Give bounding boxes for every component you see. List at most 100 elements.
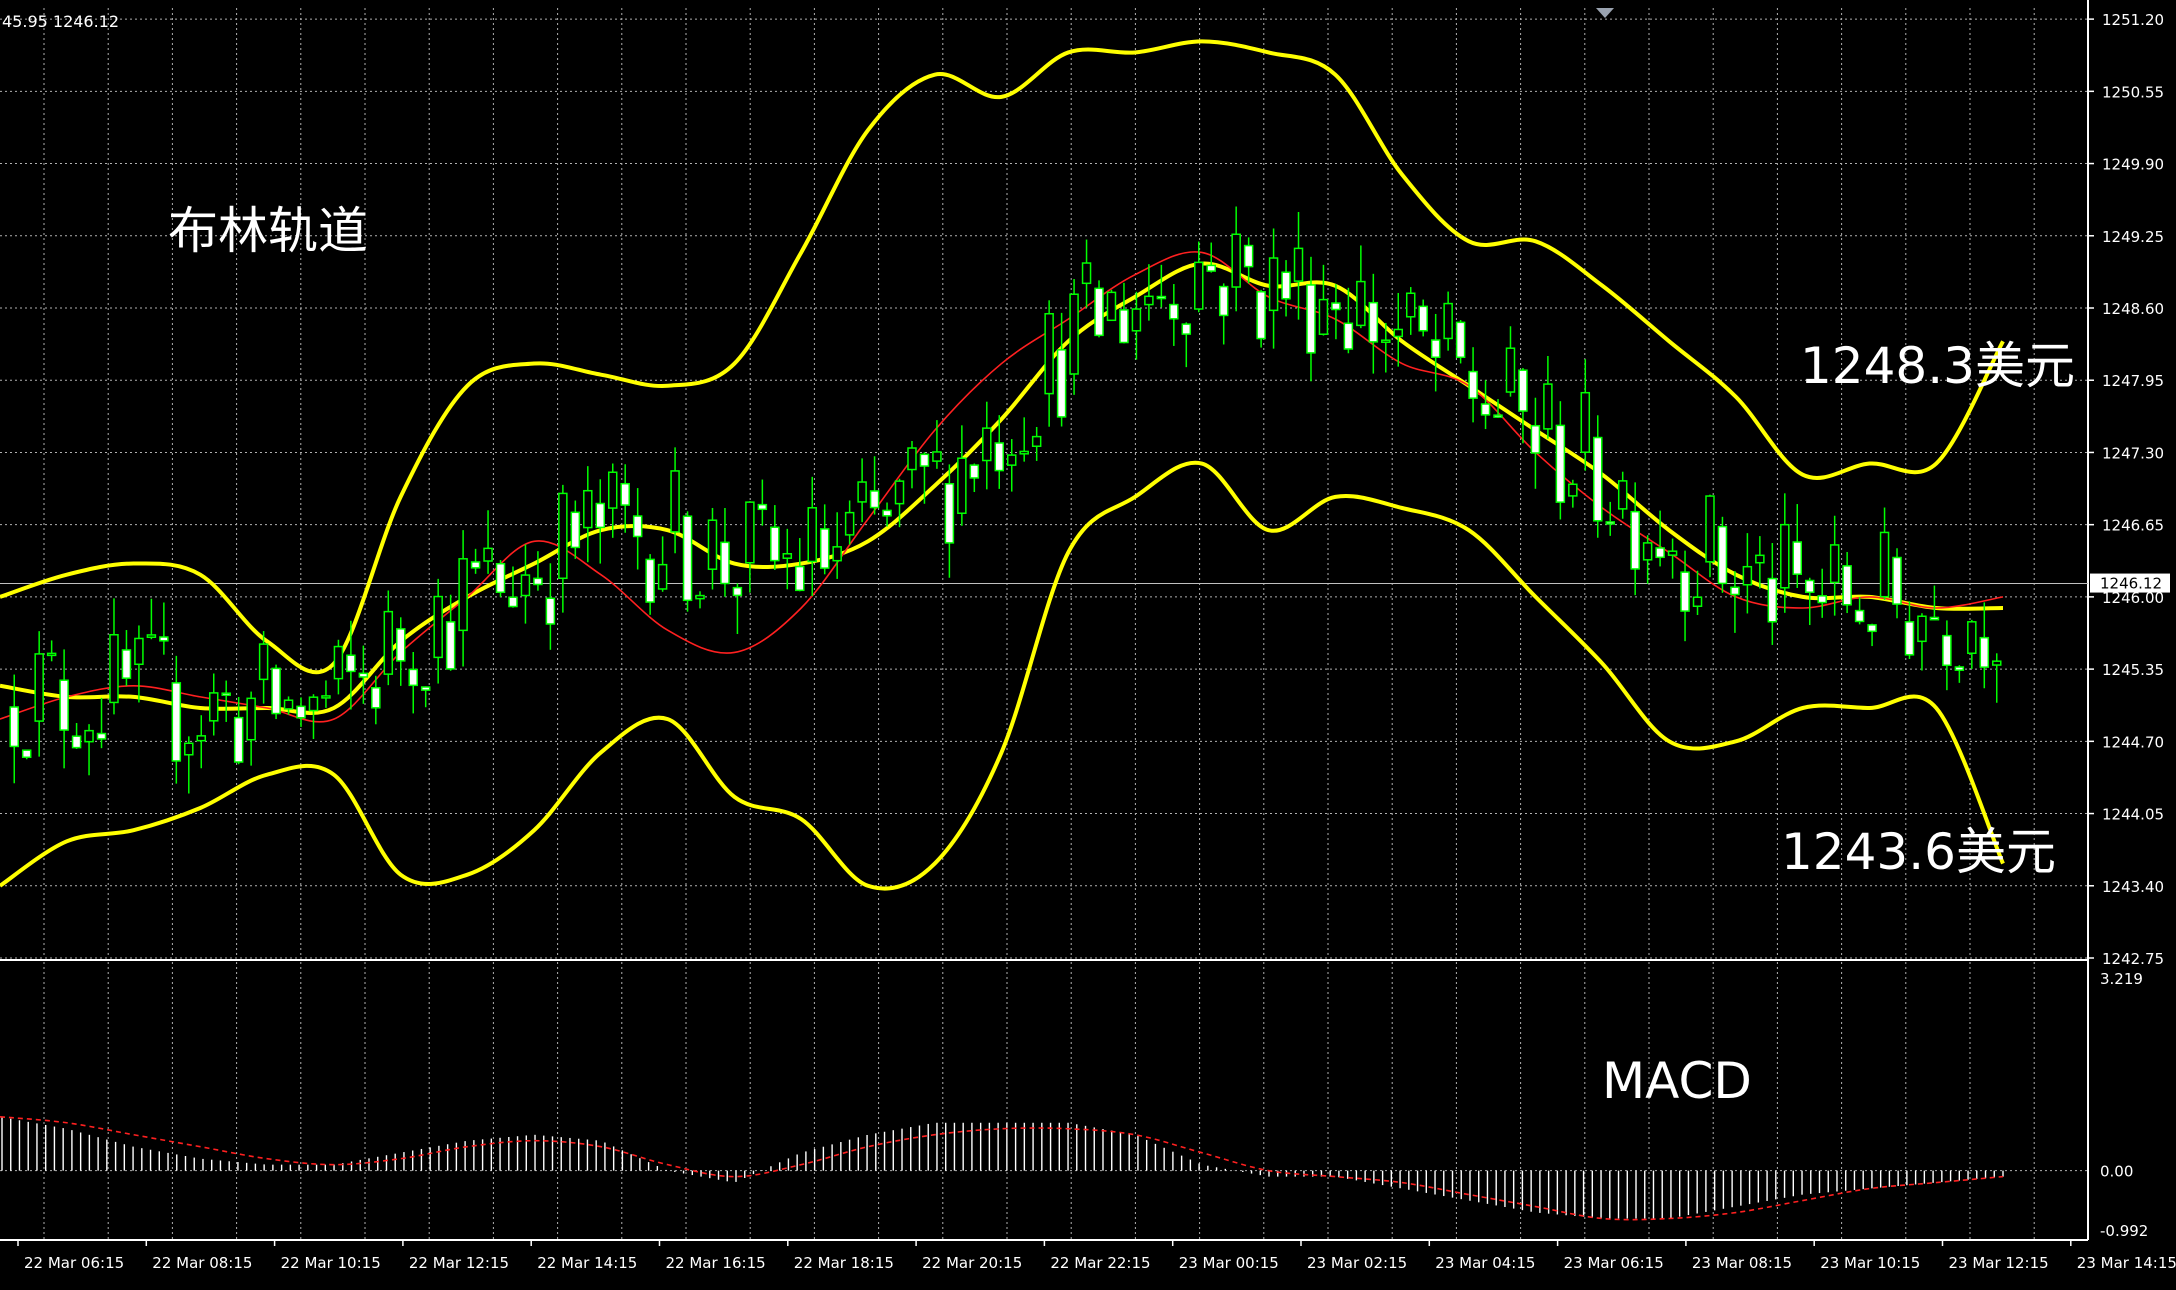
candle-bull (1667, 550, 1678, 556)
candle-bull (1318, 298, 1329, 335)
time-tick-label: 22 Mar 06:15 (24, 1254, 124, 1272)
candle-bear (495, 562, 506, 594)
time-tick-label: 22 Mar 10:15 (281, 1254, 381, 1272)
trading-chart[interactable]: 1251.20 1250.55 1249.90 1249.25 1248.60 1247.… (0, 0, 2176, 1286)
candle-bear (1256, 291, 1266, 340)
candle-bear (59, 679, 69, 731)
time-tick-label: 23 Mar 10:15 (1820, 1254, 1920, 1272)
price-tick-label: 1249.25 (2102, 228, 2164, 246)
candle-bear (533, 577, 543, 586)
candle-bear (1854, 609, 1865, 623)
macd-tick-label: 3.219 (2100, 970, 2143, 988)
candle-bull (146, 634, 157, 638)
candle-bear (732, 586, 743, 597)
macd-tick-label: -0.992 (2100, 1222, 2148, 1240)
candle-bear (1730, 586, 1740, 596)
candle-bull (894, 480, 905, 505)
candle-bull (321, 695, 331, 699)
candle-bear (233, 716, 244, 763)
candle-bear (1530, 424, 1541, 454)
price-tick-label: 1245.35 (2102, 661, 2164, 679)
current-price-label: 1246.12 (2100, 575, 2162, 593)
candle-bull (458, 558, 468, 632)
candle-bear (396, 628, 406, 662)
candle-bull (1006, 454, 1017, 466)
candle-bear (1119, 309, 1129, 344)
candle-bull (1505, 347, 1516, 393)
candle-bull (957, 457, 967, 514)
macd-tick-label: 0.00 (2100, 1163, 2133, 1181)
candle-bear (71, 735, 82, 749)
candle-bear (1455, 321, 1466, 359)
candle-bull (308, 696, 319, 712)
candle-bear (1767, 577, 1778, 623)
candle-bear (882, 509, 892, 517)
lower-band-annotation: 1243.6美元 (1781, 823, 2056, 881)
candle-bear (1867, 624, 1877, 633)
bollinger-title-annotation: 布林轨道 (168, 202, 368, 260)
candle-bear (1306, 284, 1316, 354)
candle-bull (695, 594, 705, 600)
candle-bear (1480, 403, 1491, 416)
time-tick-label: 23 Mar 12:15 (1949, 1254, 2049, 1272)
candle-bull (208, 692, 219, 722)
candle-bear (632, 515, 643, 538)
candle-bear (1680, 571, 1690, 612)
candle-bear (1555, 424, 1566, 503)
candle-bull (1356, 280, 1366, 327)
candle-bull (196, 735, 207, 742)
candle-bear (296, 705, 306, 719)
candle-bear (1804, 579, 1815, 593)
candle-bear (645, 558, 655, 603)
candle-bull (657, 563, 668, 590)
chart-canvas[interactable]: 1251.20 1250.55 1249.90 1249.25 1248.60 1247.… (0, 0, 2176, 1286)
candle-bear (720, 541, 730, 585)
candle-bull (1992, 660, 2002, 666)
candle-bear (445, 621, 456, 670)
candle-bull (558, 492, 568, 580)
candle-bear (1593, 436, 1603, 522)
candle-bull (1755, 554, 1765, 564)
candle-bear (408, 668, 418, 687)
upper-band-annotation: 1248.3美元 (1800, 337, 2075, 395)
candle-bear (470, 561, 481, 569)
candle-bear (221, 692, 231, 696)
candle-bear (1156, 295, 1167, 300)
candle-bear (420, 686, 431, 691)
candle-bear (1169, 303, 1179, 320)
time-tick-label: 22 Mar 20:15 (922, 1254, 1022, 1272)
candle-bull (1393, 328, 1404, 338)
price-tick-label: 1246.65 (2102, 517, 2164, 535)
candle-bull (1829, 544, 1840, 584)
price-tick-label: 1244.05 (2102, 806, 2164, 824)
candle-bear (1493, 414, 1503, 418)
candle-bull (1443, 302, 1453, 340)
ohlc-readout: 45.95 1246.12 (2, 12, 119, 31)
candle-bull (258, 643, 269, 681)
candle-bull (1879, 531, 1890, 598)
price-tick-label: 1242.75 (2102, 950, 2164, 968)
candle-bull (1967, 621, 1977, 654)
candle-bull (333, 645, 344, 680)
candle-bull (982, 427, 992, 462)
candle-bull (1692, 596, 1703, 607)
candle-bear (545, 597, 556, 625)
candle-bull (1081, 262, 1092, 285)
candle-bear (1094, 287, 1104, 337)
candle-bull (1106, 291, 1117, 322)
candle-bear (1468, 370, 1478, 399)
candle-bull (857, 481, 867, 503)
candle-bull (1405, 292, 1416, 318)
time-tick-label: 23 Mar 14:15 (2077, 1254, 2176, 1272)
candle-bear (620, 482, 630, 506)
time-tick-label: 22 Mar 22:15 (1050, 1254, 1150, 1272)
candle-bear (795, 565, 805, 592)
candle-bear (96, 732, 107, 740)
time-tick-label: 23 Mar 04:15 (1435, 1254, 1535, 1272)
candle-bear (9, 706, 19, 748)
candle-bull (84, 729, 94, 743)
candle-bull (1194, 261, 1204, 310)
candle-bear (1929, 616, 1940, 621)
candle-bull (383, 610, 394, 675)
candle-bull (46, 652, 57, 657)
